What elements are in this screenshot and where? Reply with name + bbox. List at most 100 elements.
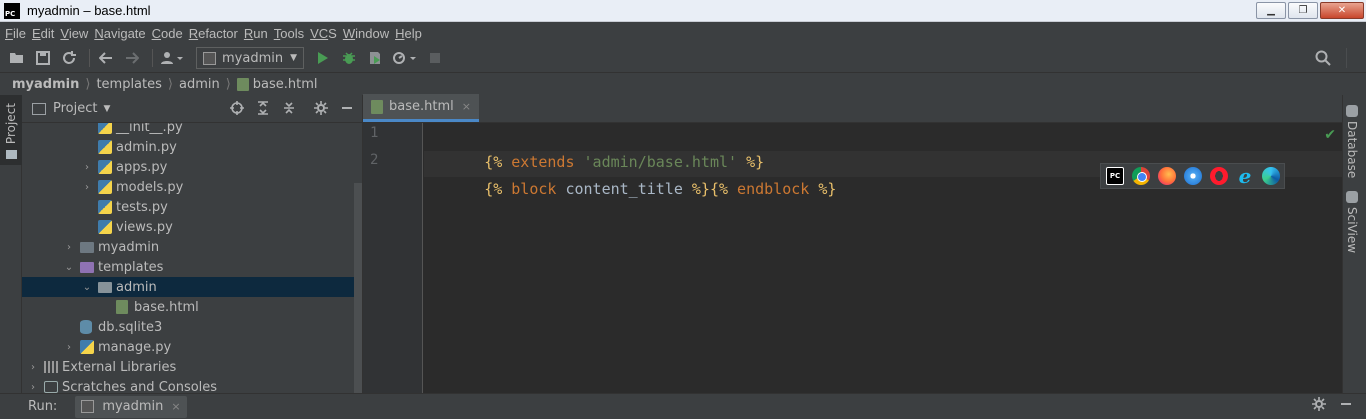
breadcrumb: myadmin ⟩ templates ⟩ admin ⟩ base.html: [0, 72, 1366, 95]
expand-all-icon[interactable]: [254, 99, 272, 117]
collapse-all-icon[interactable]: [280, 99, 298, 117]
tree-item[interactable]: __init__.py: [22, 123, 354, 137]
menu-navigate[interactable]: Navigate: [93, 26, 150, 41]
chevron-right-icon[interactable]: ›: [26, 382, 40, 393]
menu-code[interactable]: Code: [151, 26, 188, 41]
save-icon[interactable]: [32, 47, 54, 69]
gear-icon[interactable]: [312, 99, 330, 117]
tree-item[interactable]: views.py: [22, 217, 354, 237]
menu-tools[interactable]: Tools: [273, 26, 309, 41]
tree-item[interactable]: tests.py: [22, 197, 354, 217]
database-tool-tab[interactable]: Database: [1345, 105, 1359, 178]
chevron-right-icon[interactable]: ›: [80, 162, 94, 173]
chevron-down-icon[interactable]: ⌄: [80, 282, 94, 293]
menu-help[interactable]: Help: [394, 26, 427, 41]
python-file-icon: [98, 200, 112, 214]
safari-icon[interactable]: [1184, 167, 1202, 185]
menu-vcs[interactable]: VCS: [309, 26, 342, 41]
sync-icon[interactable]: [58, 47, 80, 69]
firefox-icon[interactable]: [1158, 167, 1176, 185]
editor-tab-label: base.html: [389, 99, 454, 114]
chevron-right-icon[interactable]: ›: [62, 342, 76, 353]
project-tool-label: Project: [4, 103, 18, 145]
sciview-tool-tab[interactable]: SciView: [1345, 191, 1359, 253]
pycharm-logo-icon: PC: [3, 1, 21, 20]
project-tool-tab[interactable]: Project: [0, 95, 22, 165]
close-tab-icon[interactable]: ×: [171, 400, 180, 413]
arrow-left-icon[interactable]: [95, 47, 117, 69]
arrow-right-icon[interactable]: [121, 47, 143, 69]
run-tab-label: myadmin: [102, 399, 164, 414]
chevron-right-icon[interactable]: ›: [62, 242, 76, 253]
locate-file-icon[interactable]: [228, 99, 246, 117]
folder-open-icon[interactable]: [6, 47, 28, 69]
tree-item[interactable]: admin.py: [22, 137, 354, 157]
template-folder-icon: [80, 261, 94, 273]
close-button[interactable]: ✕: [1320, 2, 1364, 19]
run-configuration-select[interactable]: myadmin ▼: [196, 47, 304, 69]
opera-icon[interactable]: [1210, 167, 1228, 185]
menu-view[interactable]: View: [59, 26, 93, 41]
tree-item[interactable]: › apps.py: [22, 157, 354, 177]
chevron-right-icon[interactable]: ›: [26, 362, 40, 373]
run-tab-myadmin[interactable]: myadmin ×: [75, 395, 187, 418]
tree-item[interactable]: base.html: [22, 297, 354, 317]
menu-run[interactable]: Run: [243, 26, 273, 41]
pycharm-icon[interactable]: PC: [1106, 167, 1124, 185]
tree-item[interactable]: › myadmin: [22, 237, 354, 257]
breadcrumb-templates[interactable]: templates: [96, 77, 161, 92]
template-delimiter: {%: [484, 180, 503, 198]
main-toolbar: myadmin ▼: [0, 44, 1366, 72]
chevron-down-icon[interactable]: ⌄: [62, 262, 76, 273]
project-tree: __init__.py admin.py › apps.py › models.py tes…: [22, 123, 354, 393]
profile-icon[interactable]: [390, 47, 420, 69]
tree-item[interactable]: ⌄ templates: [22, 257, 354, 277]
debug-icon[interactable]: [338, 47, 360, 69]
edge-icon[interactable]: [1262, 167, 1280, 185]
menu-label-rest: ools: [280, 25, 305, 41]
menu-label-rest: indow: [355, 25, 390, 41]
chevron-right-icon[interactable]: ›: [80, 182, 94, 193]
menu-refactor[interactable]: Refactor: [188, 26, 243, 41]
tree-item[interactable]: › Scratches and Consoles: [22, 377, 354, 393]
minimize-button[interactable]: ▁: [1256, 2, 1286, 19]
maximize-button[interactable]: ❐: [1288, 2, 1318, 19]
menu-label-rest: ile: [12, 25, 26, 41]
tree-item[interactable]: › External Libraries: [22, 357, 354, 377]
window-title: myadmin – base.html: [27, 3, 151, 18]
user-dropdown-icon[interactable]: [158, 47, 188, 69]
tree-item-label: manage.py: [98, 339, 172, 355]
chrome-icon[interactable]: [1132, 167, 1150, 185]
coverage-icon[interactable]: [364, 47, 386, 69]
run-config-label: myadmin: [222, 50, 284, 66]
search-icon[interactable]: [1312, 47, 1334, 69]
minimize-panel-icon[interactable]: [1340, 397, 1352, 415]
breadcrumb-base-html-label: base.html: [252, 76, 318, 92]
menu-edit[interactable]: Edit: [31, 26, 59, 41]
python-file-icon: [98, 220, 112, 234]
tree-item[interactable]: ⌄ admin: [22, 277, 354, 297]
editor-tab-base-html[interactable]: base.html ×: [363, 94, 479, 122]
tree-item[interactable]: db.sqlite3: [22, 317, 354, 337]
close-tab-icon[interactable]: ×: [462, 100, 471, 113]
minimize-panel-icon[interactable]: [338, 99, 356, 117]
gear-icon[interactable]: [1312, 397, 1326, 415]
breadcrumb-admin[interactable]: admin: [179, 77, 220, 92]
tree-item[interactable]: › models.py: [22, 177, 354, 197]
tree-item-label: templates: [98, 259, 164, 275]
menu-mnemonic: V: [60, 25, 69, 41]
menu-window[interactable]: Window: [342, 26, 394, 41]
breadcrumb-base-html[interactable]: base.html: [236, 76, 318, 92]
line-number-gutter: 1 2: [363, 123, 423, 393]
run-icon[interactable]: [312, 47, 334, 69]
tree-item-label: myadmin: [98, 239, 160, 255]
title-bar: PC myadmin – base.html ▁ ❐ ✕: [0, 0, 1366, 22]
tree-item[interactable]: › manage.py: [22, 337, 354, 357]
breadcrumb-root[interactable]: myadmin: [12, 77, 79, 92]
project-tree-scrollbar[interactable]: [354, 183, 362, 393]
stop-icon[interactable]: [424, 47, 446, 69]
inspection-ok-icon[interactable]: ✔: [1324, 127, 1336, 143]
menu-file[interactable]: File: [4, 26, 31, 41]
ie-icon[interactable]: e: [1236, 164, 1254, 188]
menu-label-rest: ode: [161, 25, 183, 41]
